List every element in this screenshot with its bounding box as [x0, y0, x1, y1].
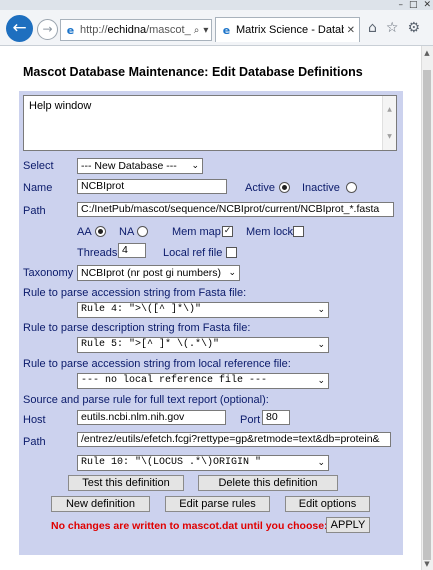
help-scroll-up-icon[interactable]: ▲ — [383, 96, 396, 123]
back-arrow-icon: ← — [12, 18, 27, 38]
localref-checkbox[interactable] — [226, 247, 237, 258]
ie-logo-icon: e — [66, 23, 75, 37]
help-scroll-down-icon[interactable]: ▼ — [383, 123, 396, 150]
favorites-star-icon[interactable]: ☆ — [386, 20, 399, 36]
active-label: Active — [245, 182, 275, 194]
na-label: NA — [119, 226, 135, 238]
aa-label: AA — [77, 226, 92, 238]
rule-report-select[interactable]: Rule 10: "\(LOCUS .*\)ORIGIN " ⌄ — [77, 455, 329, 471]
scroll-down-icon[interactable]: ▼ — [421, 558, 433, 570]
help-window[interactable]: Help window — [23, 95, 397, 151]
database-select[interactable]: --- New Database --- ⌄ — [77, 158, 203, 174]
edit-options-button[interactable]: Edit options — [285, 496, 370, 512]
rule-accession-select[interactable]: Rule 4: ">\([^ ]*\)" ⌄ — [77, 302, 329, 318]
rule-description-label: Rule to parse description string from Fa… — [23, 322, 251, 334]
port-label: Port — [240, 414, 261, 426]
help-scrollbar[interactable]: ▲ ▼ — [382, 96, 396, 150]
taxonomy-label: Taxonomy — [23, 267, 74, 279]
path-label: Path — [23, 205, 46, 217]
select-label: Select — [23, 160, 54, 172]
memlock-label: Mem lock — [246, 226, 294, 238]
chevron-down-icon: ⌄ — [317, 340, 325, 350]
inactive-label: Inactive — [302, 182, 340, 194]
window-controls[interactable]: – □ ✕ — [398, 0, 431, 10]
dropdown-icon[interactable]: ▾ — [203, 25, 208, 36]
browser-toolbar: ⌂ ☆ ⚙ — [368, 20, 420, 36]
apply-button[interactable]: APPLY — [326, 517, 370, 533]
inactive-radio[interactable] — [346, 182, 357, 193]
taxonomy-select[interactable]: NCBIprot (nr post gi numbers) ⌄ — [77, 265, 240, 281]
source-label: Source and parse rule for full text repo… — [23, 394, 269, 406]
memmap-checkbox[interactable]: ✓ — [222, 226, 233, 237]
host-label: Host — [23, 414, 46, 426]
rule-local-label: Rule to parse accession string from loca… — [23, 358, 291, 370]
chevron-down-icon: ⌄ — [317, 458, 325, 468]
threads-label: Threads — [77, 247, 118, 259]
rule-description-select[interactable]: Rule 5: ">[^ ]* \(.*\)" ⌄ — [77, 337, 329, 353]
port-input[interactable]: 80 — [262, 410, 290, 425]
browser-tab[interactable]: e Matrix Science - Datab... ✕ — [215, 17, 360, 42]
chevron-down-icon: ⌄ — [317, 376, 325, 386]
name-input[interactable]: NCBIprot — [77, 179, 227, 194]
forward-arrow-icon: → — [42, 22, 53, 36]
minimize-icon[interactable]: – — [398, 0, 403, 10]
close-icon[interactable]: ✕ — [423, 0, 431, 10]
settings-gear-icon[interactable]: ⚙ — [407, 20, 420, 36]
memlock-checkbox[interactable] — [293, 226, 304, 237]
new-definition-button[interactable]: New definition — [51, 496, 150, 512]
test-definition-button[interactable]: Test this definition — [68, 475, 184, 491]
chevron-down-icon: ⌄ — [317, 305, 325, 315]
window-titlebar — [0, 0, 433, 10]
search-icon[interactable]: ⌕ — [194, 25, 200, 36]
host-input[interactable]: eutils.ncbi.nlm.nih.gov — [77, 410, 226, 425]
tab-close-icon[interactable]: ✕ — [347, 25, 359, 36]
active-radio[interactable] — [279, 182, 290, 193]
memmap-label: Mem map — [172, 226, 221, 238]
back-button[interactable]: ← — [6, 15, 33, 42]
rule-accession-label: Rule to parse accession string from Fast… — [23, 287, 247, 299]
localref-label: Local ref file — [163, 247, 223, 259]
maximize-icon[interactable]: □ — [409, 0, 418, 10]
url-text[interactable]: http://echidna/mascot_ — [80, 24, 191, 36]
address-bar[interactable]: e http://echidna/mascot_ ⌕ ▾ ↻ — [60, 19, 212, 41]
chevron-down-icon: ⌄ — [228, 268, 236, 278]
home-icon[interactable]: ⌂ — [368, 20, 377, 36]
warning-text: No changes are written to mascot.dat unt… — [51, 520, 328, 532]
report-path-label: Path — [23, 436, 46, 448]
edit-parse-rules-button[interactable]: Edit parse rules — [165, 496, 270, 512]
chevron-down-icon: ⌄ — [191, 161, 199, 171]
na-radio[interactable] — [137, 226, 148, 237]
aa-radio[interactable] — [95, 226, 106, 237]
tab-favicon-icon: e — [222, 23, 231, 37]
path-input[interactable]: C:/InetPub/mascot/sequence/NCBIprot/curr… — [77, 202, 394, 217]
report-path-input[interactable]: /entrez/eutils/efetch.fcgi?rettype=gp&re… — [77, 432, 391, 447]
threads-input[interactable]: 4 — [118, 243, 146, 258]
scrollbar-thumb[interactable] — [423, 70, 431, 560]
tab-title: Matrix Science - Datab... — [236, 24, 344, 36]
scroll-up-icon[interactable]: ▲ — [421, 47, 433, 59]
rule-local-select[interactable]: --- no local reference file --- ⌄ — [77, 373, 329, 389]
forward-button[interactable]: → — [37, 19, 58, 40]
name-label: Name — [23, 182, 53, 194]
page-title: Mascot Database Maintenance: Edit Databa… — [23, 65, 363, 79]
delete-definition-button[interactable]: Delete this definition — [198, 475, 338, 491]
